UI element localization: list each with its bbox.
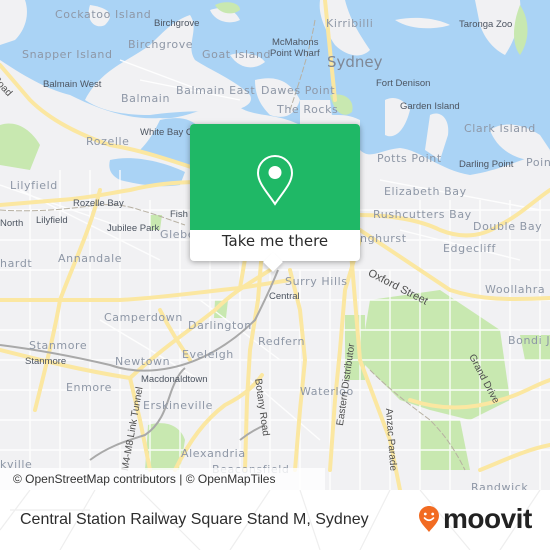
place-label-erskineville: Erskineville — [143, 399, 214, 412]
place-label-lilyfield-small: Lilyfield — [36, 215, 68, 226]
place-label-the-rocks: The Rocks — [277, 103, 339, 116]
place-label-fort-denison: Fort Denison — [376, 78, 431, 89]
popup-header[interactable] — [190, 124, 360, 230]
place-label-balmain: Balmain — [121, 92, 171, 105]
place-label-taronga-zoo: Taronga Zoo — [459, 19, 513, 30]
place-label-enmore: Enmore — [66, 381, 113, 394]
place-label-lilyfield: Lilyfield — [10, 179, 58, 192]
place-label-central: Central — [269, 291, 300, 302]
place-label-snapper-island: Snapper Island — [22, 48, 113, 61]
stop-title: Central Station Railway Square Stand M, … — [20, 511, 369, 528]
place-label-elizabeth-bay: Elizabeth Bay — [384, 185, 467, 198]
place-label-edgecliff: Edgecliff — [443, 242, 496, 255]
place-label-rozelle: Rozelle — [86, 135, 130, 148]
place-label-bondi-junction: Bondi Ju — [508, 334, 550, 347]
moovit-smiley-pin-icon — [419, 506, 439, 532]
map-attribution[interactable]: © OpenStreetMap contributors | © OpenMap… — [0, 468, 325, 490]
place-label-mcmahons-1: McMahons — [272, 37, 319, 48]
place-label-annandale: Annandale — [58, 252, 123, 265]
place-label-north: North — [0, 218, 24, 229]
place-label-jubilee-park: Jubilee Park — [107, 223, 160, 234]
take-me-there-button[interactable]: Take me there — [190, 232, 360, 250]
moovit-wordmark: moovit — [443, 503, 532, 534]
place-label-fish: Fish — [170, 209, 188, 220]
footer-bar: Central Station Railway Square Stand M, … — [0, 490, 550, 550]
map-view[interactable]: Cockatoo Island Birchgrove Kirribilli Ta… — [0, 0, 550, 490]
place-label-darling-point: Darling Point — [459, 159, 514, 170]
place-label-garden-island: Garden Island — [400, 101, 460, 112]
place-label-clark-island: Clark Island — [464, 122, 536, 135]
place-label-sydney: Sydney — [327, 53, 383, 71]
place-label-macdonaldtown: Macdonaldtown — [141, 374, 208, 385]
place-label-redfern: Redfern — [258, 335, 306, 348]
place-label-balmain-east: Balmain East — [176, 84, 256, 97]
place-label-mcmahons-2: Point Wharf — [270, 48, 320, 59]
place-label-goat-island: Goat Island — [202, 48, 272, 61]
place-label-balmain-west: Balmain West — [43, 79, 102, 90]
place-label-point-partial: Poin — [526, 156, 550, 169]
place-label-newtown: Newtown — [115, 355, 171, 368]
place-label-cockatoo-island: Cockatoo Island — [55, 8, 152, 21]
place-label-rozelle-bay: Rozelle Bay — [73, 198, 124, 209]
place-label-stanmore-small: Stanmore — [25, 356, 67, 367]
place-label-white-bay: White Bay C — [140, 127, 193, 138]
place-label-birchgrove-small: Birchgrove — [154, 18, 200, 29]
moovit-logo[interactable]: moovit — [418, 504, 532, 534]
place-label-camperdown: Camperdown — [104, 311, 183, 324]
place-label-leichhardt: hardt — [0, 257, 33, 270]
place-label-darlington: Darlington — [188, 319, 252, 332]
place-label-dawes-point: Dawes Point — [261, 84, 336, 97]
place-label-darlinghurst: nghurst — [360, 232, 407, 245]
place-label-surry-hills: Surry Hills — [285, 275, 348, 288]
place-label-kirribilli: Kirribilli — [326, 17, 374, 30]
place-label-rushcutters-bay: Rushcutters Bay — [373, 208, 472, 221]
location-popup[interactable]: Take me there — [190, 124, 360, 272]
location-pin-icon — [256, 154, 294, 206]
place-label-stanmore: Stanmore — [29, 339, 88, 352]
place-label-alexandria: Alexandria — [181, 447, 246, 460]
place-label-randwick: Randwick — [471, 481, 529, 490]
place-label-potts-point: Potts Point — [377, 152, 442, 165]
place-label-double-bay: Double Bay — [473, 220, 543, 233]
place-label-woollahra: Woollahra — [485, 283, 546, 296]
place-label-birchgrove: Birchgrove — [128, 38, 194, 51]
place-label-eveleigh: Eveleigh — [182, 348, 234, 361]
